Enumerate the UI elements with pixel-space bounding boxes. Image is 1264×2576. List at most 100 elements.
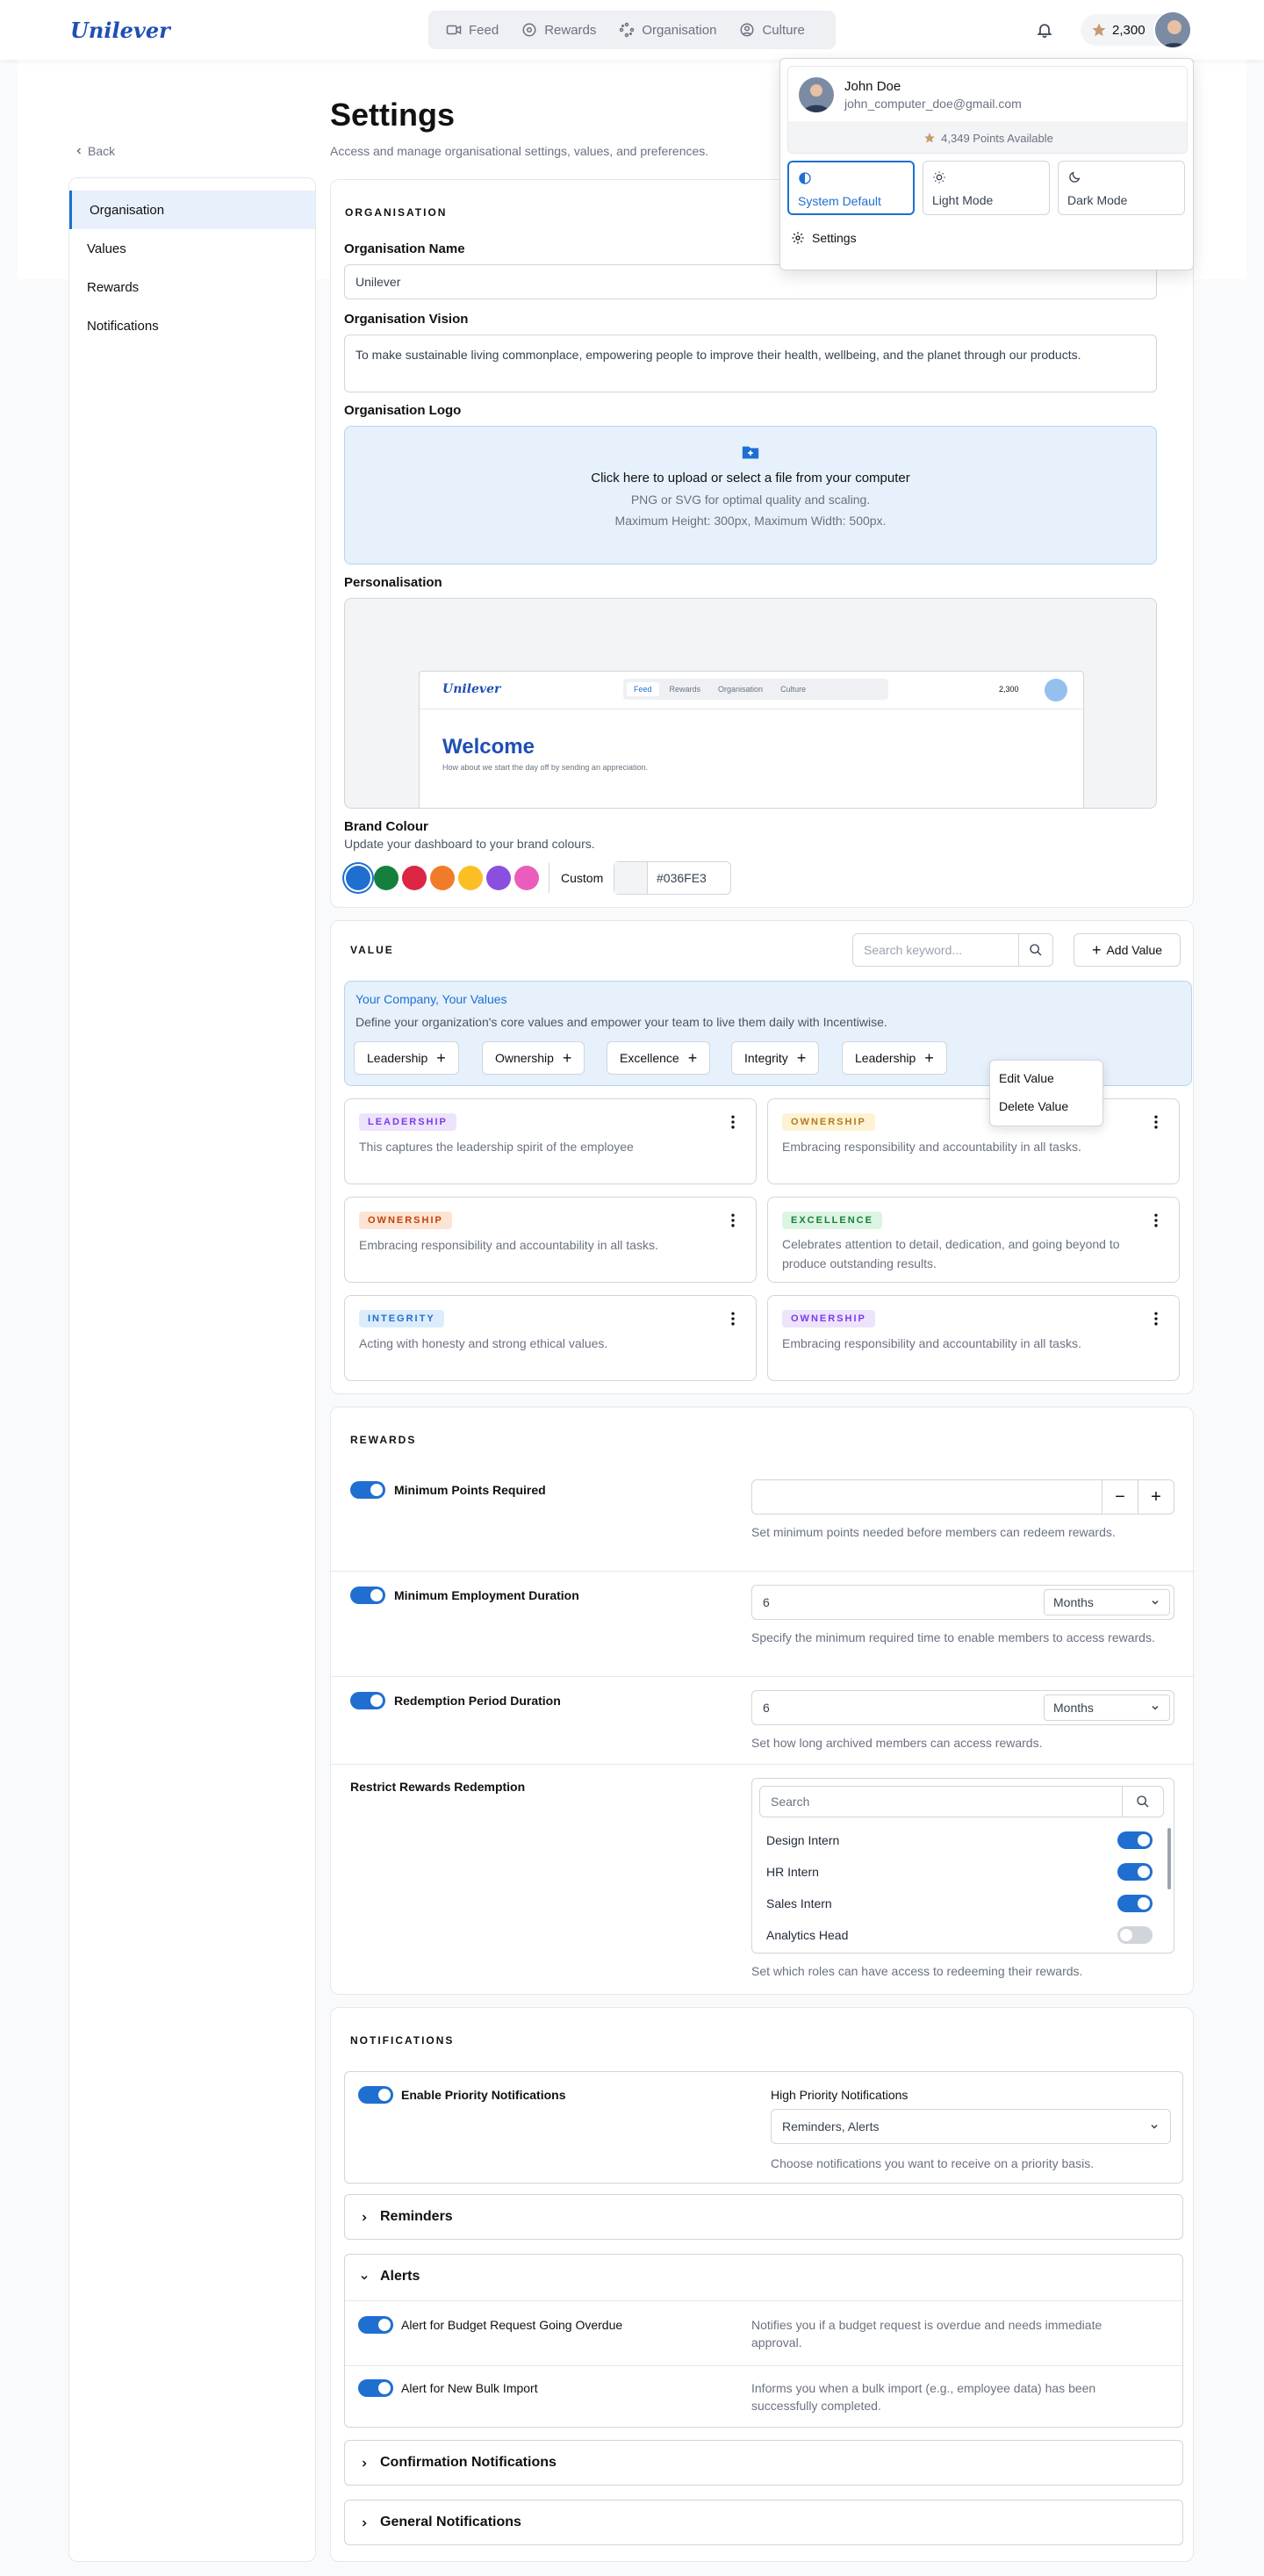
swatch-blue[interactable] bbox=[346, 866, 370, 890]
nav-item-feed[interactable]: Feed bbox=[437, 16, 507, 44]
roles-search-input[interactable]: Search bbox=[759, 1786, 1123, 1817]
more-vertical-icon[interactable] bbox=[724, 1113, 742, 1131]
avatar[interactable] bbox=[1153, 11, 1192, 49]
mode-label: System Default bbox=[798, 194, 881, 208]
swatch-orange[interactable] bbox=[430, 866, 455, 890]
nav-item-culture[interactable]: Culture bbox=[730, 16, 813, 44]
chevron-down-icon[interactable] bbox=[359, 2272, 370, 2283]
org-logo-label: Organisation Logo bbox=[344, 403, 462, 418]
upload-title: Click here to upload or select a file fr… bbox=[591, 471, 910, 486]
add-value-button[interactable]: + Add Value bbox=[1074, 933, 1181, 967]
sidebar-item-organisation[interactable]: Organisation bbox=[69, 191, 315, 229]
redemption-period-value: 6 bbox=[763, 1701, 770, 1715]
upload-hint: Maximum Height: 300px, Maximum Width: 50… bbox=[614, 514, 887, 528]
value-chip[interactable]: Leadership + bbox=[354, 1041, 459, 1075]
value-chip[interactable]: Leadership + bbox=[842, 1041, 947, 1075]
roles-scrollbar[interactable] bbox=[1167, 1828, 1171, 1889]
swatch-yellow[interactable] bbox=[458, 866, 483, 890]
increment-button[interactable]: + bbox=[1138, 1479, 1174, 1515]
more-vertical-icon[interactable] bbox=[1147, 1212, 1165, 1229]
more-vertical-icon[interactable] bbox=[1147, 1113, 1165, 1131]
unit-label: Months bbox=[1053, 1701, 1094, 1715]
personalisation-label: Personalisation bbox=[344, 575, 442, 590]
sidebar-item-notifications[interactable]: Notifications bbox=[69, 306, 315, 345]
high-priority-select[interactable]: Reminders, Alerts bbox=[771, 2109, 1171, 2144]
swatch-pink[interactable] bbox=[514, 866, 539, 890]
min-employment-unit-select[interactable]: Months bbox=[1044, 1589, 1170, 1615]
decrement-button[interactable]: − bbox=[1102, 1479, 1138, 1515]
brand-colour-sub: Update your dashboard to your brand colo… bbox=[344, 837, 595, 851]
mode-system-default[interactable]: System Default bbox=[787, 161, 915, 215]
swatch-purple[interactable] bbox=[486, 866, 511, 890]
redemption-period-toggle[interactable] bbox=[350, 1692, 385, 1709]
priority-notifications-panel: Enable Priority Notifications High Prior… bbox=[344, 2071, 1183, 2184]
role-toggle[interactable] bbox=[1117, 1926, 1153, 1944]
values-search-input[interactable]: Search keyword... bbox=[852, 933, 1019, 967]
role-name: HR Intern bbox=[766, 1865, 819, 1879]
brand-logo[interactable]: Unilever bbox=[70, 18, 170, 43]
min-employment-toggle[interactable] bbox=[350, 1587, 385, 1604]
roles-search-button[interactable] bbox=[1122, 1786, 1164, 1817]
bulk-import-alert-toggle[interactable] bbox=[358, 2379, 393, 2397]
min-points-toggle[interactable] bbox=[350, 1481, 385, 1499]
min-points-input[interactable] bbox=[751, 1479, 1102, 1515]
role-row: Sales Intern bbox=[766, 1891, 1153, 1916]
value-tag: OWNERSHIP bbox=[782, 1310, 875, 1328]
swatch-green[interactable] bbox=[374, 866, 399, 890]
confirmation-accordion[interactable]: Confirmation Notifications bbox=[344, 2440, 1183, 2486]
more-vertical-icon[interactable] bbox=[724, 1310, 742, 1328]
value-chip[interactable]: Ownership + bbox=[482, 1041, 585, 1075]
plus-icon: + bbox=[796, 1048, 807, 1067]
nav-item-rewards[interactable]: Rewards bbox=[513, 16, 605, 44]
upload-hint: PNG or SVG for optimal quality and scali… bbox=[630, 493, 871, 507]
roles-search-placeholder: Search bbox=[771, 1795, 810, 1809]
custom-colour-input[interactable]: #036FE3 bbox=[614, 861, 731, 895]
org-vision-textarea[interactable]: To make sustainable living commonplace, … bbox=[344, 335, 1157, 392]
swatch-red[interactable] bbox=[402, 866, 427, 890]
add-value-label: Add Value bbox=[1106, 943, 1163, 957]
moon-icon bbox=[1069, 171, 1081, 183]
more-vertical-icon[interactable] bbox=[724, 1212, 742, 1229]
points-badge[interactable]: 2,300 bbox=[1081, 14, 1161, 46]
high-priority-value: Reminders, Alerts bbox=[782, 2119, 880, 2133]
divider bbox=[331, 1764, 1195, 1765]
min-employment-input[interactable]: 6 Months bbox=[751, 1585, 1174, 1620]
bulk-import-alert-label: Alert for New Bulk Import bbox=[401, 2381, 538, 2395]
settings-menu-item[interactable]: Settings bbox=[791, 231, 857, 245]
bell-icon[interactable] bbox=[1036, 21, 1053, 39]
chip-label: Leadership bbox=[367, 1051, 428, 1065]
nav-item-organisation[interactable]: Organisation bbox=[610, 16, 725, 44]
chip-label: Integrity bbox=[744, 1051, 788, 1065]
role-row: Analytics Head bbox=[766, 1923, 1153, 1947]
value-chip[interactable]: Excellence + bbox=[607, 1041, 711, 1075]
nav-label: Feed bbox=[469, 22, 499, 38]
back-button[interactable]: Back bbox=[74, 144, 115, 158]
user-email: john_computer_doe@gmail.com bbox=[844, 97, 1022, 111]
role-row: Design Intern bbox=[766, 1828, 1153, 1853]
delete-value-menu-item[interactable]: Delete Value bbox=[999, 1099, 1068, 1113]
value-tag: INTEGRITY bbox=[359, 1310, 444, 1328]
role-toggle[interactable] bbox=[1117, 1863, 1153, 1881]
mode-label: Light Mode bbox=[932, 193, 994, 207]
chevron-down-icon bbox=[1152, 1600, 1159, 1605]
redemption-period-input[interactable]: 6 Months bbox=[751, 1690, 1174, 1725]
value-chip[interactable]: Integrity + bbox=[731, 1041, 820, 1075]
more-vertical-icon[interactable] bbox=[1147, 1310, 1165, 1328]
mode-light[interactable]: Light Mode bbox=[923, 161, 1050, 215]
sidebar-item-values[interactable]: Values bbox=[69, 229, 315, 268]
value-desc: Embracing responsibility and accountabil… bbox=[782, 1140, 1081, 1154]
priority-notifications-toggle[interactable] bbox=[358, 2086, 393, 2104]
role-toggle[interactable] bbox=[1117, 1831, 1153, 1849]
budget-alert-toggle[interactable] bbox=[358, 2316, 393, 2334]
chevron-down-icon bbox=[1152, 1705, 1159, 1710]
role-toggle[interactable] bbox=[1117, 1895, 1153, 1912]
logo-upload-area[interactable]: Click here to upload or select a file fr… bbox=[344, 426, 1157, 565]
general-accordion[interactable]: General Notifications bbox=[344, 2500, 1183, 2545]
alerts-title[interactable]: Alerts bbox=[380, 2269, 420, 2285]
edit-value-menu-item[interactable]: Edit Value bbox=[999, 1071, 1054, 1085]
values-search-button[interactable] bbox=[1018, 933, 1053, 967]
mode-dark[interactable]: Dark Mode bbox=[1058, 161, 1185, 215]
sidebar-item-rewards[interactable]: Rewards bbox=[69, 268, 315, 306]
reminders-accordion[interactable]: Reminders bbox=[344, 2194, 1183, 2240]
redemption-unit-select[interactable]: Months bbox=[1044, 1695, 1170, 1721]
